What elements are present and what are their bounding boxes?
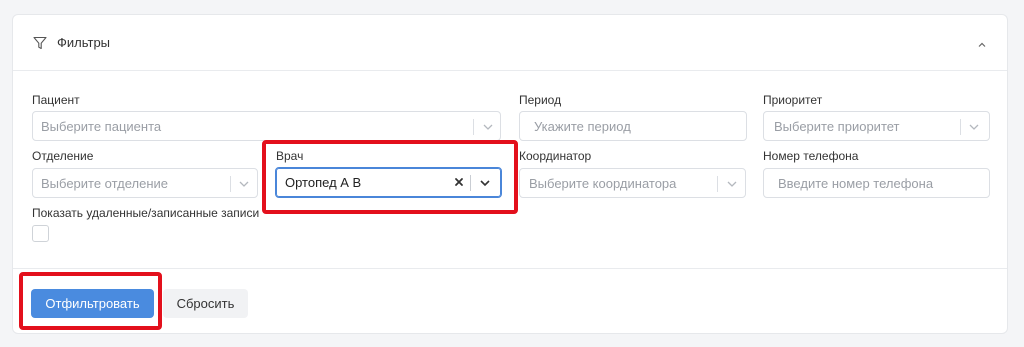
reset-button[interactable]: Сбросить	[163, 289, 248, 318]
doctor-label: Врач	[276, 149, 304, 163]
footer-divider	[13, 268, 1007, 269]
coordinator-label: Координатор	[519, 149, 592, 163]
patient-select[interactable]: Выберите пациента	[32, 111, 501, 141]
period-input[interactable]: Укажите период	[519, 111, 747, 141]
doctor-select[interactable]: Ортопед А В	[275, 167, 502, 198]
chevron-down-icon[interactable]	[238, 179, 250, 189]
show-deleted-label: Показать удаленные/записанные записи	[32, 206, 260, 220]
filters-card: Фильтры Пациент Выберите пациента Период…	[12, 14, 1008, 334]
chevron-down-icon[interactable]	[968, 122, 980, 132]
department-label: Отделение	[32, 149, 94, 163]
show-deleted-checkbox[interactable]	[32, 225, 49, 242]
phone-input[interactable]: Введите номер телефона	[763, 168, 990, 198]
chevron-up-icon[interactable]	[977, 37, 987, 47]
clear-icon[interactable]	[453, 176, 465, 188]
chevron-down-icon[interactable]	[479, 178, 491, 188]
priority-select[interactable]: Выберите приоритет	[763, 111, 990, 141]
filters-header[interactable]: Фильтры	[13, 15, 1007, 71]
department-select[interactable]: Выберите отделение	[32, 168, 258, 198]
patient-label: Пациент	[32, 93, 80, 107]
chevron-down-icon[interactable]	[482, 122, 494, 132]
phone-label: Номер телефона	[763, 149, 859, 163]
filter-icon	[33, 36, 47, 50]
filters-title: Фильтры	[57, 35, 111, 50]
period-label: Период	[519, 93, 562, 107]
chevron-down-icon[interactable]	[726, 179, 738, 189]
filter-button[interactable]: Отфильтровать	[31, 289, 154, 318]
priority-label: Приоритет	[763, 93, 823, 107]
doctor-selected-value: Ортопед А В	[285, 175, 362, 190]
coordinator-select[interactable]: Выберите координатора	[519, 168, 746, 198]
